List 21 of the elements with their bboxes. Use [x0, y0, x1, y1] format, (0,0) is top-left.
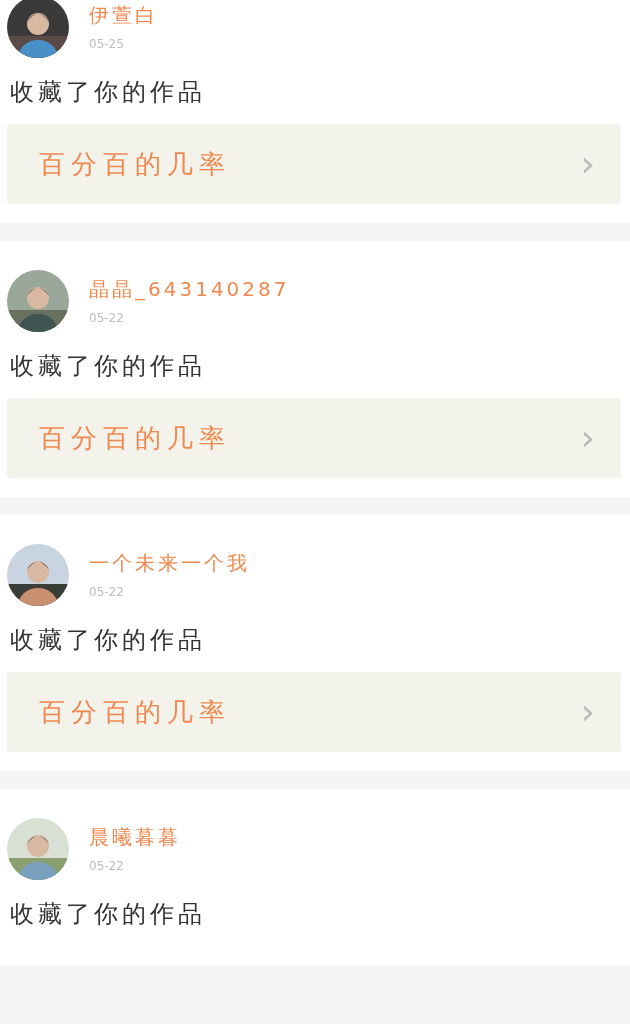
date: 05-22: [89, 858, 125, 874]
date: 05-22: [89, 310, 125, 326]
work-title: 百分百的几率: [39, 147, 231, 181]
action-text: 收藏了你的作品: [10, 351, 207, 382]
work-link[interactable]: 百分百的几率 ›: [7, 398, 621, 478]
action-text: 收藏了你的作品: [10, 77, 207, 108]
chevron-icon: ›: [580, 692, 595, 732]
action-text: 收藏了你的作品: [10, 625, 207, 656]
user-name[interactable]: 晨曦暮暮: [89, 824, 181, 850]
user-name[interactable]: 晶晶_643140287: [89, 276, 290, 302]
work-link[interactable]: 百分百的几率 ›: [7, 672, 621, 752]
work-title: 百分百的几率: [39, 421, 231, 455]
user-name[interactable]: 伊萱白: [89, 2, 158, 28]
action-text: 收藏了你的作品: [10, 899, 207, 930]
chevron-icon: ›: [580, 144, 595, 184]
date: 05-22: [89, 584, 125, 600]
work-title: 百分百的几率: [39, 695, 231, 729]
work-link[interactable]: 百分百的几率 ›: [7, 124, 621, 204]
date: 05-25: [89, 36, 125, 52]
user-name[interactable]: 一个未来一个我: [89, 550, 250, 576]
chevron-icon: ›: [580, 418, 595, 458]
